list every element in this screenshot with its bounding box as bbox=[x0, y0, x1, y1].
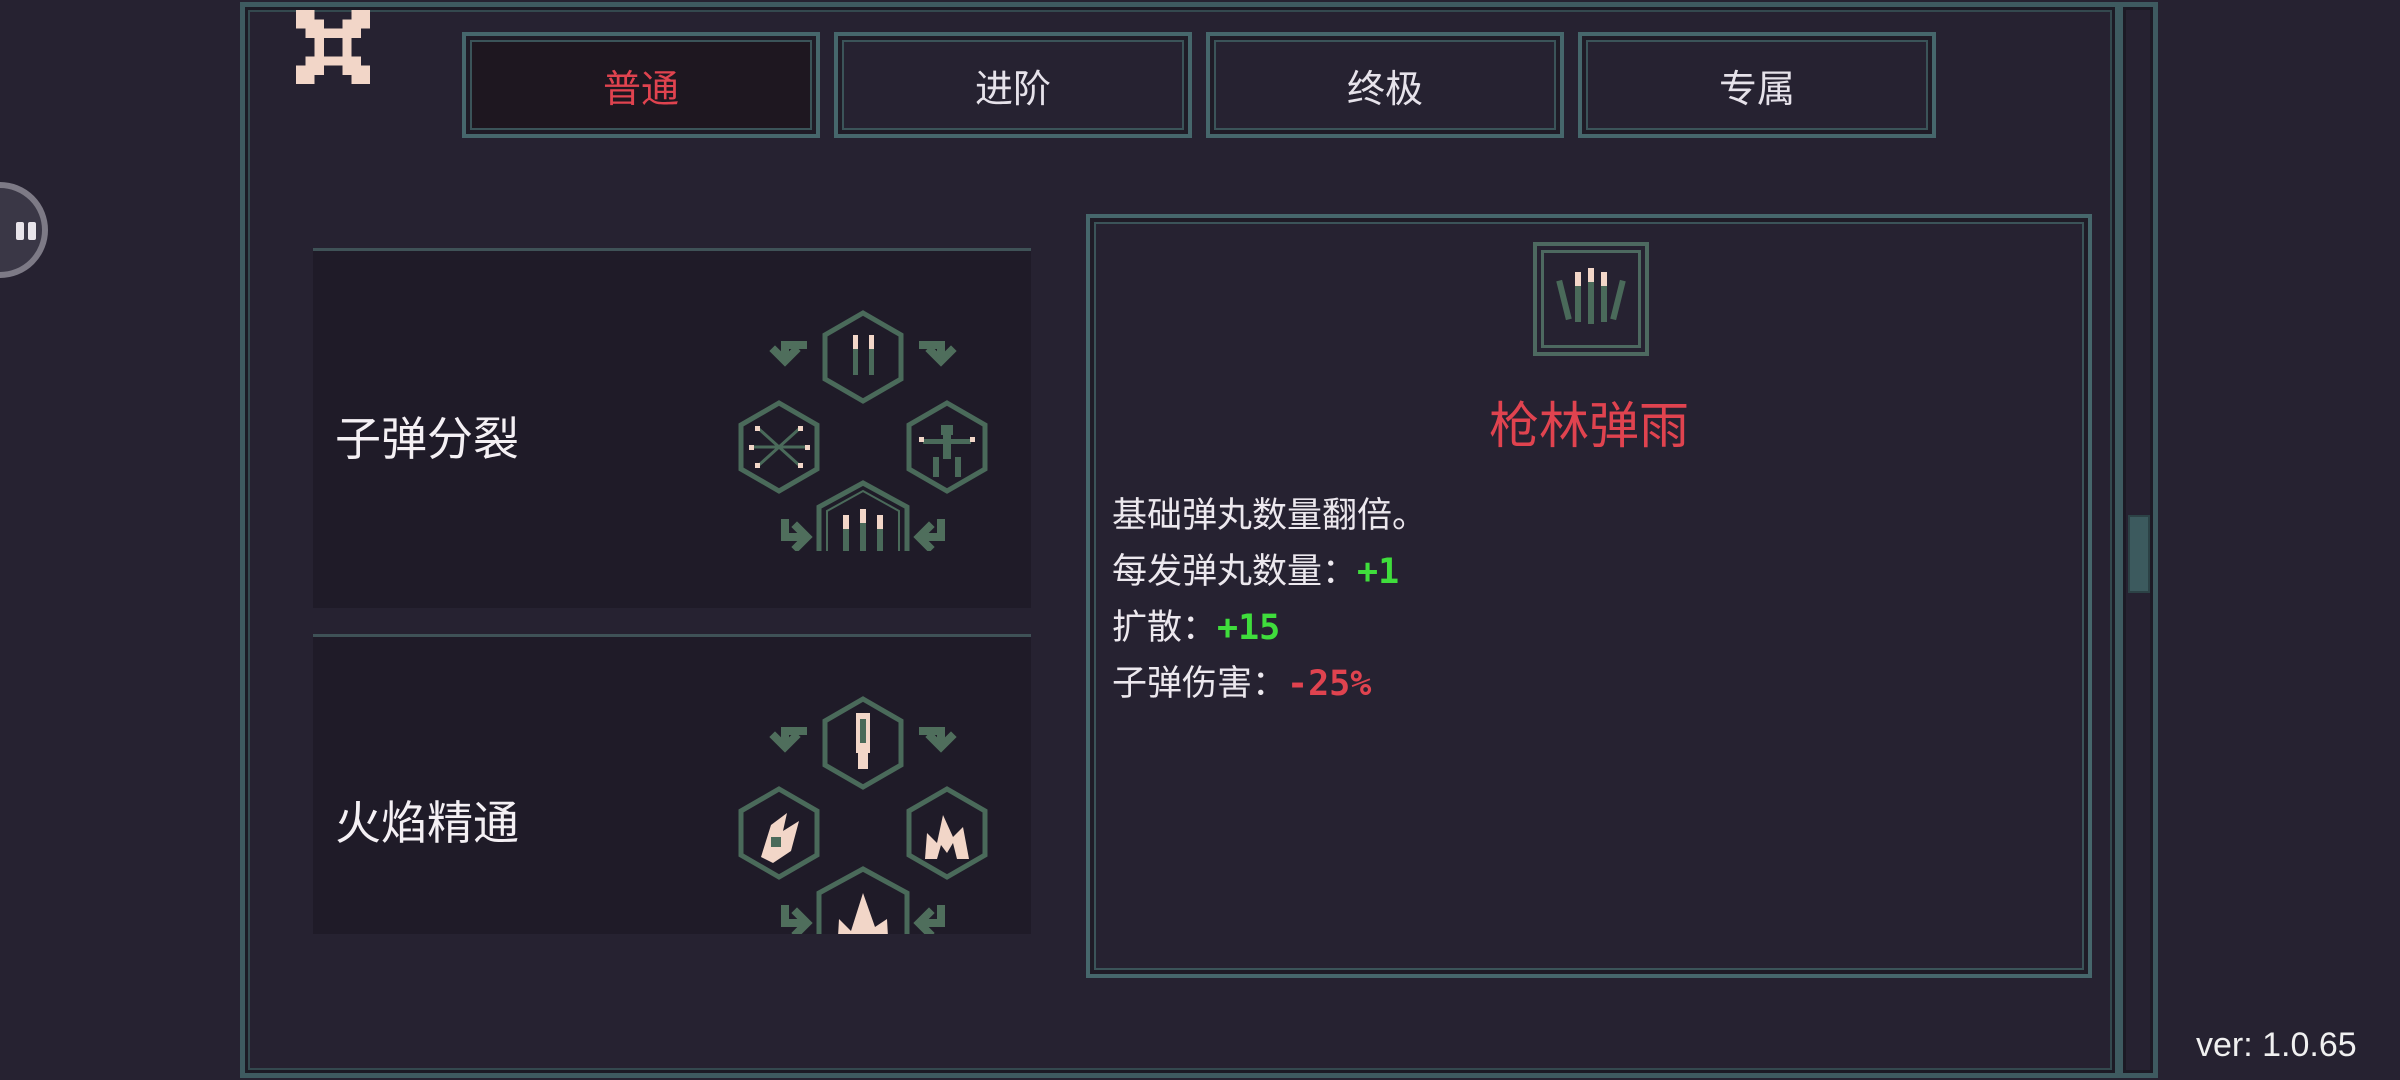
detail-title: 枪林弹雨 bbox=[1489, 397, 1689, 455]
tab-label: 专属 bbox=[1718, 66, 1795, 111]
skill-title: 火焰精通 bbox=[335, 796, 519, 850]
big-flame-icon bbox=[816, 866, 910, 934]
triple-bullet-icon bbox=[816, 480, 910, 551]
skill-tree-diagram bbox=[738, 696, 988, 934]
detail-text: 基础弹丸数量翻倍。 每发弹丸数量：+1 扩散：+15 子弹伤害：-25% bbox=[1112, 488, 1427, 712]
tab-label: 进阶 bbox=[974, 66, 1051, 111]
floating-assistant-button[interactable] bbox=[0, 182, 48, 278]
tab-label: 终极 bbox=[1346, 66, 1423, 111]
tab-label: 普通 bbox=[602, 66, 679, 111]
stat-label: 子弹伤害： bbox=[1112, 664, 1288, 704]
stat-value: +1 bbox=[1357, 552, 1400, 592]
skill-detail-panel: 枪林弹雨 基础弹丸数量翻倍。 每发弹丸数量：+1 扩散：+15 子弹伤害：-25… bbox=[1086, 214, 2092, 978]
stat-row: 子弹伤害：-25% bbox=[1112, 656, 1427, 712]
skill-tree-diagram bbox=[738, 310, 988, 551]
stat-row: 每发弹丸数量：+1 bbox=[1112, 544, 1427, 600]
flame-icon bbox=[906, 786, 988, 880]
detail-icon-frame bbox=[1533, 242, 1649, 356]
tab-ultimate[interactable]: 终极 bbox=[1206, 32, 1564, 138]
tab-advanced[interactable]: 进阶 bbox=[834, 32, 1192, 138]
skill-card-fire-mastery[interactable]: 火焰精通 bbox=[313, 634, 1031, 934]
detail-description: 基础弹丸数量翻倍。 bbox=[1112, 496, 1428, 536]
stat-label: 扩散： bbox=[1112, 608, 1218, 648]
stat-value: -25% bbox=[1287, 664, 1372, 704]
float-dot bbox=[16, 222, 24, 240]
stat-value: +15 bbox=[1217, 608, 1281, 648]
close-icon[interactable] bbox=[296, 10, 370, 84]
stat-row: 扩散：+15 bbox=[1112, 600, 1427, 656]
tab-normal[interactable]: 普通 bbox=[462, 32, 820, 138]
burst-icon bbox=[738, 400, 820, 494]
fireball-icon bbox=[738, 786, 820, 880]
stat-label: 每发弹丸数量： bbox=[1112, 552, 1358, 592]
skill-title: 子弹分裂 bbox=[335, 412, 519, 466]
tab-exclusive[interactable]: 专属 bbox=[1578, 32, 1936, 138]
vitruvian-icon bbox=[906, 400, 988, 494]
bullet-rain-icon bbox=[1556, 268, 1626, 324]
float-dot bbox=[28, 222, 36, 240]
scrollbar-thumb[interactable] bbox=[2128, 515, 2150, 593]
skill-card-bullet-split[interactable]: 子弹分裂 bbox=[313, 248, 1031, 608]
version-label: ver: 1.0.65 bbox=[2196, 1026, 2357, 1064]
twin-bullet-icon bbox=[822, 310, 904, 404]
rocket-icon bbox=[822, 696, 904, 790]
